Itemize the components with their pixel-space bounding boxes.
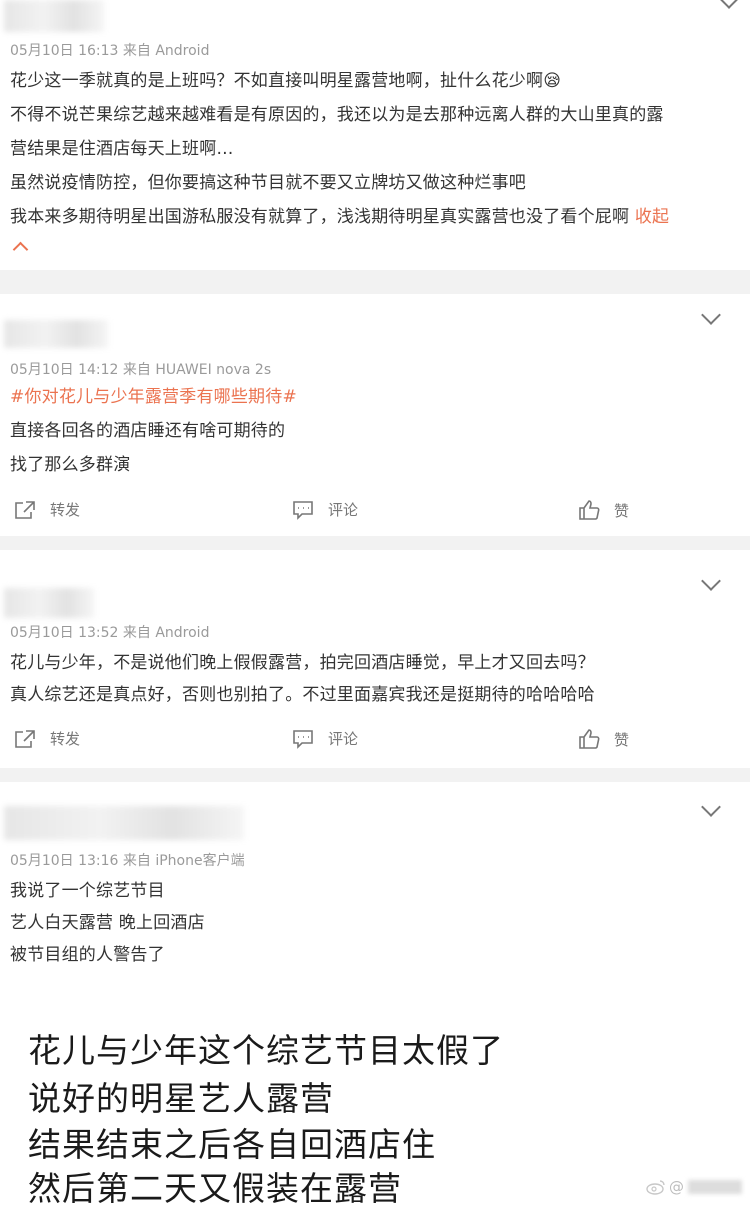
separator — [0, 270, 750, 294]
comment-card: 05月10日 13:16 来自 iPhone客户端 我说了一个综艺节目 艺人白天… — [0, 782, 750, 982]
like-button[interactable]: 赞 — [578, 728, 629, 750]
comment-icon — [293, 500, 313, 520]
caption-line: 说好的明星艺人露营 — [28, 1079, 334, 1118]
like-label: 赞 — [614, 501, 630, 520]
avatar-username-blurred — [4, 806, 244, 840]
chevron-down-icon[interactable] — [701, 305, 721, 325]
comment-card: 05月10日 13:52 来自 Android 花儿与少年，不是说他们晚上假假露… — [0, 550, 750, 768]
comment-text: 花儿与少年，不是说他们晚上假假露营，拍完回酒店睡觉，早上才又回去吗？ — [10, 653, 595, 673]
chevron-down-icon[interactable] — [701, 571, 721, 591]
comment-icon — [293, 729, 313, 749]
repost-label: 转发 — [50, 501, 81, 519]
comment-button[interactable]: 评论 — [292, 728, 358, 749]
comment-text: 我本来多期待明星出国游私服没有就算了，浅浅期待明星真实露营也没了看个屁啊 — [10, 207, 630, 227]
comment-text: 营结果是住酒店每天上班啊… — [10, 139, 234, 159]
avatar-username-blurred — [4, 0, 104, 32]
thumbs-up-icon — [579, 500, 600, 520]
comment-text: 被节目组的人警告了 — [10, 945, 165, 965]
comment-label: 评论 — [328, 730, 359, 748]
caption-line: 结果结束之后各自回酒店住 — [28, 1125, 436, 1164]
caption-line: 然后第二天又假装在露营 — [28, 1169, 402, 1208]
topic-hashtag-link[interactable]: #你对花儿与少年露营季有哪些期待# — [10, 382, 297, 407]
share-icon — [15, 729, 35, 748]
weibo-logo-icon — [646, 1180, 665, 1195]
chevron-down-icon[interactable] — [701, 797, 721, 817]
chevron-down-icon[interactable] — [719, 0, 739, 9]
repost-button[interactable]: 转发 — [14, 728, 80, 749]
comment-text-row: 我本来多期待明星出国游私服没有就算了，浅浅期待明星真实露营也没了看个屁啊 收起 — [10, 202, 669, 227]
comment-label: 评论 — [328, 501, 359, 519]
repost-button[interactable]: 转发 — [14, 499, 80, 520]
collapse-link[interactable]: 收起 — [635, 207, 669, 227]
avatar-username-blurred — [4, 588, 94, 618]
comment-text: 花少这一季就真的是上班吗？不如直接叫明星露营地啊，扯什么花少啊😪 — [10, 71, 562, 91]
separator — [0, 536, 750, 550]
caption-line: 花儿与少年这个综艺节目太假了 — [28, 1031, 504, 1070]
comment-text: 艺人白天露营 晚上回酒店 — [10, 913, 205, 933]
separator — [0, 768, 750, 782]
chevron-up-icon[interactable] — [12, 241, 29, 258]
comment-meta: 05月10日 14:12 来自 HUAWEI nova 2s — [10, 362, 272, 378]
avatar-username-blurred — [4, 320, 108, 348]
comment-card: 05月10日 14:12 来自 HUAWEI nova 2s #你对花儿与少年露… — [0, 294, 750, 536]
watermark-at: @ — [669, 1178, 684, 1196]
thumbs-up-icon — [579, 729, 600, 749]
comment-meta: 05月10日 13:52 来自 Android — [10, 625, 210, 641]
comment-card: 05月10日 16:13 来自 Android 花少这一季就真的是上班吗？不如直… — [0, 0, 750, 270]
share-icon — [15, 500, 35, 519]
comment-text: 我说了一个综艺节目 — [10, 881, 165, 901]
watermark-username-blurred — [688, 1180, 742, 1194]
repost-label: 转发 — [50, 730, 81, 748]
comment-text: 真人综艺还是真点好，否则也别拍了。不过里面嘉宾我还是挺期待的哈哈哈哈 — [10, 685, 595, 705]
comment-meta: 05月10日 13:16 来自 iPhone客户端 — [10, 853, 245, 869]
watermark: @ — [646, 1178, 742, 1196]
like-button[interactable]: 赞 — [578, 499, 629, 521]
comment-text: 不得不说芒果综艺越来越难看是有原因的，我还以为是去那种远离人群的大山里真的露 — [10, 105, 664, 125]
like-label: 赞 — [614, 730, 630, 749]
comment-text: 找了那么多群演 — [10, 455, 131, 475]
comment-meta: 05月10日 16:13 来自 Android — [10, 43, 210, 59]
comment-button[interactable]: 评论 — [292, 499, 358, 520]
comment-text: 虽然说疫情防控，但你要搞这种节目就不要又立牌坊又做这种烂事吧 — [10, 173, 526, 193]
comment-text: 直接各回各的酒店睡还有啥可期待的 — [10, 421, 286, 441]
